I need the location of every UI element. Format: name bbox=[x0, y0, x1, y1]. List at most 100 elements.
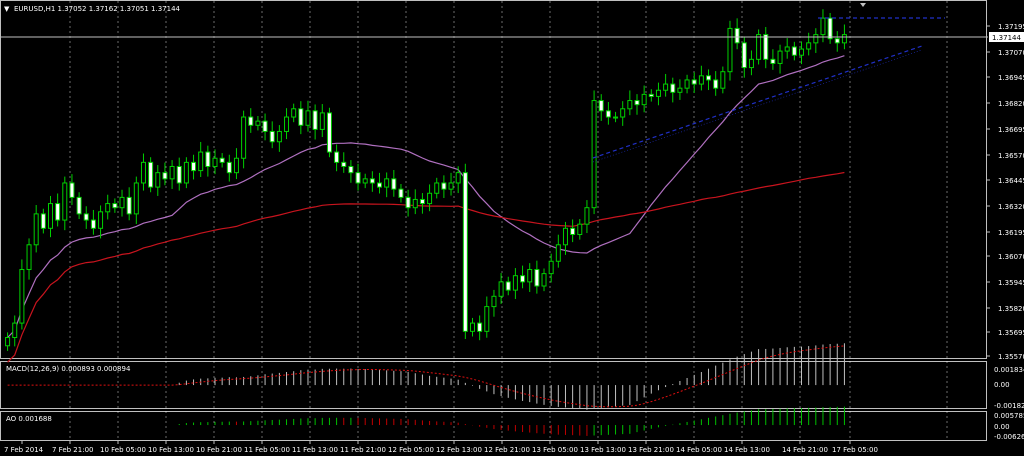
time-tick-label: 11 Feb 05:00 bbox=[244, 446, 290, 454]
ma-slow-line bbox=[7, 171, 845, 363]
ao-tick-label: 0.00 bbox=[994, 423, 1010, 431]
candle-bear bbox=[348, 165, 354, 174]
price-tick-label: 1.36945 bbox=[998, 74, 1024, 82]
candle-bull bbox=[562, 227, 568, 246]
symbol-ohlc-label: EURUSD,H1 1.37052 1.37162 1.37051 1.3714… bbox=[14, 5, 181, 13]
candle-bull bbox=[105, 203, 111, 213]
candle-bull bbox=[806, 42, 812, 50]
candle-bear bbox=[76, 196, 82, 215]
trend-lines[interactable] bbox=[592, 17, 945, 163]
current-price-label: 1.37144 bbox=[992, 34, 1021, 42]
price-tick-label: 1.35820 bbox=[998, 305, 1024, 313]
candle-bull bbox=[255, 120, 261, 126]
candle-bear bbox=[377, 182, 383, 188]
candle-bear bbox=[648, 93, 654, 97]
chart-canvas[interactable]: 1.37144 ▼ EURUSD,H1 1.37052 1.37162 1.37… bbox=[0, 0, 1024, 456]
time-axis: 7 Feb 2014 7 Feb 21:00 10 Feb 05:00 10 Feb … bbox=[4, 440, 878, 454]
ao-axis: 0.005785 0.00 -0.00626 bbox=[994, 412, 1024, 441]
candle-bull bbox=[198, 151, 204, 172]
candle-bear bbox=[298, 108, 304, 126]
candle-bear bbox=[477, 322, 483, 332]
time-tick-label: 17 Feb 05:00 bbox=[832, 446, 878, 454]
time-tick-label: 13 Feb 13:00 bbox=[580, 446, 626, 454]
candle-bear bbox=[605, 110, 611, 118]
candle-bull bbox=[820, 17, 826, 36]
macd-signal-line bbox=[7, 345, 845, 408]
candle-bull bbox=[591, 100, 597, 209]
time-tick-label: 12 Feb 13:00 bbox=[436, 446, 482, 454]
time-tick-label: 11 Feb 13:00 bbox=[292, 446, 338, 454]
price-tick-label: 1.36195 bbox=[998, 229, 1024, 237]
time-tick-label: 7 Feb 21:00 bbox=[52, 446, 93, 454]
candle-bear bbox=[248, 116, 254, 126]
candle-bear bbox=[83, 213, 89, 221]
candle-bull bbox=[212, 157, 218, 167]
candle-bull bbox=[47, 203, 53, 229]
price-tick-label: 1.36445 bbox=[998, 177, 1024, 185]
candle-bear bbox=[534, 269, 540, 287]
trading-chart[interactable]: 1.37144 ▼ EURUSD,H1 1.37052 1.37162 1.37… bbox=[0, 0, 1024, 456]
candle-bear bbox=[505, 281, 511, 291]
trend-line-lower-shadow bbox=[592, 49, 923, 163]
time-tick-label: 10 Feb 13:00 bbox=[148, 446, 194, 454]
symbol-menu-icon[interactable]: ▼ bbox=[4, 5, 10, 13]
time-tick-label: 13 Feb 05:00 bbox=[532, 446, 578, 454]
candle-bull bbox=[684, 79, 690, 89]
price-tick-label: 1.37070 bbox=[998, 49, 1024, 57]
candle-bull bbox=[613, 116, 619, 119]
macd-tick-label: -0.00182 bbox=[994, 402, 1024, 410]
macd-tick-label: 0.001834 bbox=[994, 366, 1024, 374]
candle-bull bbox=[548, 260, 554, 275]
chart-shift-marker-icon[interactable] bbox=[860, 3, 866, 7]
candle-bull bbox=[577, 223, 583, 235]
candle-bull bbox=[727, 27, 733, 73]
ao-tick-label: 0.005785 bbox=[994, 412, 1024, 420]
time-tick-label: 14 Feb 05:00 bbox=[676, 446, 722, 454]
candle-bear bbox=[706, 75, 712, 81]
candle-bear bbox=[69, 182, 75, 198]
candle-bull bbox=[620, 108, 626, 118]
candle-bear bbox=[40, 213, 46, 229]
candle-bull bbox=[241, 116, 247, 159]
macd-tick-label: 0.00 bbox=[994, 381, 1010, 389]
candle-bull bbox=[841, 34, 847, 44]
candle-bull bbox=[455, 172, 461, 184]
candle-bull bbox=[412, 198, 418, 209]
candle-bear bbox=[419, 198, 425, 205]
candle-bull bbox=[98, 211, 104, 229]
candle-bull bbox=[748, 58, 754, 69]
candle-bull bbox=[448, 182, 454, 190]
time-tick-label: 11 Feb 21:00 bbox=[340, 446, 386, 454]
candle-bull bbox=[484, 306, 490, 332]
candle-bull bbox=[140, 161, 146, 184]
candle-bear bbox=[691, 79, 697, 85]
candle-bear bbox=[226, 161, 232, 174]
time-tick-label: 12 Feb 21:00 bbox=[484, 446, 530, 454]
time-tick-label: 14 Feb 13:00 bbox=[724, 446, 770, 454]
candle-bear bbox=[55, 203, 61, 221]
candle-bull bbox=[469, 322, 475, 332]
candle-bull bbox=[19, 269, 25, 324]
candle-bull bbox=[119, 196, 125, 209]
candle-bull bbox=[813, 34, 819, 44]
candle-bull bbox=[756, 34, 762, 60]
price-tick-label: 1.35945 bbox=[998, 279, 1024, 287]
candle-bull bbox=[62, 182, 68, 221]
candle-bull bbox=[362, 178, 368, 184]
candle-bear bbox=[369, 178, 375, 184]
price-tick-label: 1.36695 bbox=[998, 126, 1024, 134]
candle-bull bbox=[427, 192, 433, 205]
candle-bull bbox=[541, 273, 547, 287]
price-axis: 1.37195 1.37070 1.36945 1.36820 1.36695 1.365… bbox=[986, 23, 1024, 361]
candle-bull bbox=[512, 275, 518, 291]
candle-bull bbox=[434, 182, 440, 194]
candle-bear bbox=[520, 275, 526, 283]
price-tick-label: 1.37195 bbox=[998, 23, 1024, 31]
candle-bear bbox=[191, 161, 197, 172]
candle-bull bbox=[169, 165, 175, 180]
ao-label: AO 0.001688 bbox=[6, 415, 52, 423]
price-tick-label: 1.35695 bbox=[998, 329, 1024, 337]
price-tick-label: 1.36820 bbox=[998, 100, 1024, 108]
candle-bear bbox=[269, 130, 275, 143]
price-tick-label: 1.36070 bbox=[998, 253, 1024, 261]
